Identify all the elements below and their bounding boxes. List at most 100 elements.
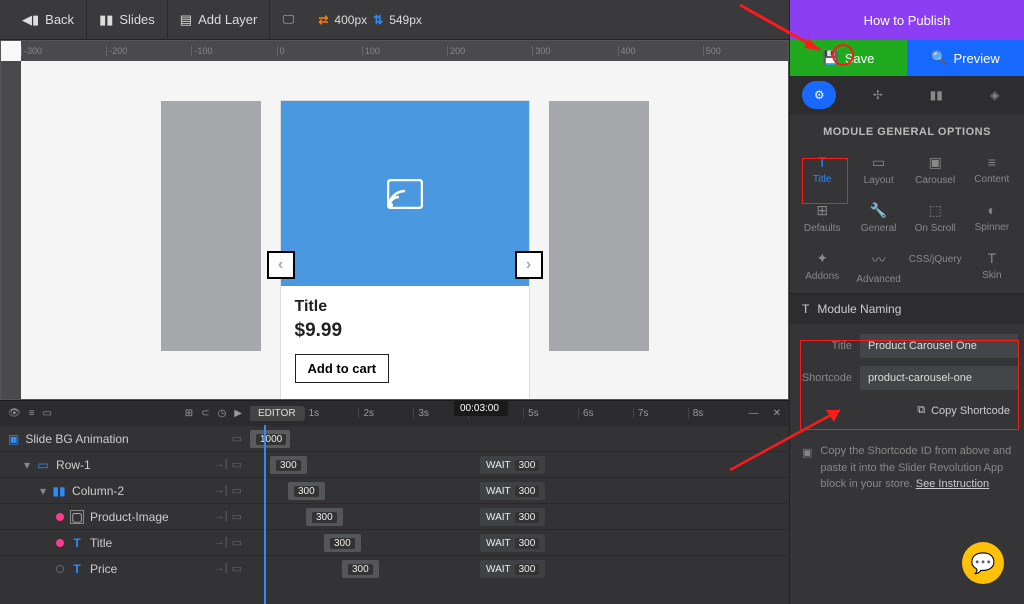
play-button[interactable]: ▶	[234, 408, 242, 419]
add-to-cart-button[interactable]: Add to cart	[295, 354, 390, 383]
layer-label: Column-2	[72, 484, 124, 498]
visibility-bullet[interactable]	[56, 513, 64, 521]
product-price[interactable]: $9.99	[295, 320, 515, 342]
timeline-row[interactable]: T Price →|▭ 300 WAIT300	[0, 555, 789, 581]
how-to-publish-button[interactable]: How to Publish	[790, 0, 1024, 40]
lock-icon[interactable]: ▭	[232, 562, 242, 575]
layer-label: Product-Image	[90, 510, 169, 524]
option-general[interactable]: 🔧General	[850, 194, 906, 242]
anim-wait-chip[interactable]: WAIT300	[480, 456, 545, 474]
option-icon: ◐	[988, 202, 996, 218]
anim-in-chip[interactable]: 300	[306, 508, 343, 526]
anim-in-chip[interactable]: 300	[342, 560, 379, 578]
lock-icon[interactable]: ▭	[232, 510, 242, 523]
lock-icon[interactable]: ▭	[232, 458, 242, 471]
option-icon: 〰	[872, 250, 886, 270]
minimize-icon[interactable]: —	[743, 408, 765, 419]
arrow-icon[interactable]: →|	[214, 562, 228, 575]
eye-icon[interactable]: 👁	[8, 408, 21, 419]
option-advanced[interactable]: 〰Advanced	[850, 242, 906, 293]
option-spinner[interactable]: ◐Spinner	[964, 194, 1020, 242]
arrow-icon[interactable]: →|	[214, 536, 228, 549]
chevron-left-icon: ‹	[278, 256, 283, 274]
option-skin[interactable]: TSkin	[964, 242, 1020, 293]
editor-mode-tag[interactable]: EDITOR	[250, 406, 304, 421]
timeline-row-bg[interactable]: ▣ Slide BG Animation ▭ 1000	[0, 425, 789, 451]
width-x-icon: ⇄	[318, 13, 328, 27]
see-instruction-link[interactable]: See Instruction	[916, 478, 989, 490]
time-mark: 5s	[523, 408, 578, 419]
option-icon: ≡	[988, 154, 996, 170]
playhead-time[interactable]: 00:03:00	[454, 401, 508, 416]
tab-slides[interactable]: ▮▮	[919, 81, 953, 109]
timeline-row[interactable]: T Title →|▭ 300 WAIT300	[0, 529, 789, 555]
anim-wait-chip[interactable]: WAIT300	[480, 482, 545, 500]
playhead-line[interactable]	[264, 425, 266, 604]
tab-navigation[interactable]: ✢	[861, 81, 895, 109]
close-timeline-icon[interactable]: ✕	[765, 408, 789, 419]
slides-button[interactable]: ▮▮ Slides	[87, 0, 168, 40]
option-onscroll[interactable]: ⬚On Scroll	[907, 194, 964, 242]
list-icon[interactable]: ≡	[29, 408, 35, 419]
arrow-icon[interactable]: →|	[214, 458, 228, 471]
anim-in-chip[interactable]: 300	[324, 534, 361, 552]
option-cssjquery[interactable]: CSS/jQuery	[907, 242, 964, 293]
option-icon: 🔧	[870, 202, 887, 219]
anim-wait-chip[interactable]: WAIT300	[480, 534, 545, 552]
visibility-bullet[interactable]	[56, 565, 64, 573]
timeline-header: 👁 ≡ ▭ ⊞ ⊂ ◷ ▶ EDITOR 1s 2s 3s 4s 5s 6s 7…	[0, 401, 789, 425]
preview-label: Preview	[953, 51, 999, 66]
anim-wait-chip[interactable]: WAIT300	[480, 508, 545, 526]
gear-icon: ⚙	[814, 88, 825, 102]
anim-chip[interactable]: 1000	[250, 430, 290, 448]
module-naming-header[interactable]: T Module Naming	[790, 293, 1024, 324]
height-value[interactable]: 549px	[389, 13, 422, 27]
timeline-row[interactable]: ▢ Product-Image →|▭ 300 WAIT300	[0, 503, 789, 529]
anim-in-chip[interactable]: 300	[270, 456, 307, 474]
ruler-mark: 400	[618, 46, 703, 56]
canvas-body[interactable]: Title $9.99 Add to cart ‹ ›	[21, 61, 788, 399]
prev-slide-preview	[161, 101, 261, 351]
arrow-icon[interactable]: →|	[214, 510, 228, 523]
lock-icon[interactable]: ▭	[232, 536, 242, 549]
anim-wait-chip[interactable]: WAIT300	[480, 560, 545, 578]
option-content[interactable]: ≡Content	[964, 146, 1020, 194]
chevron-down-icon[interactable]: ▾	[24, 458, 30, 472]
carousel-next-button[interactable]: ›	[515, 251, 543, 279]
option-label: Defaults	[804, 223, 841, 234]
width-value[interactable]: 400px	[334, 13, 367, 27]
current-slide[interactable]: Title $9.99 Add to cart ‹ ›	[281, 101, 529, 399]
option-layout[interactable]: ▭Layout	[850, 146, 906, 194]
anim-in-chip[interactable]: 300	[288, 482, 325, 500]
height-y-icon: ⇅	[373, 13, 383, 27]
grid-icon[interactable]: ⊞	[185, 408, 193, 419]
timeline-panel: 👁 ≡ ▭ ⊞ ⊂ ◷ ▶ EDITOR 1s 2s 3s 4s 5s 6s 7…	[0, 400, 789, 604]
magnet-icon[interactable]: ⊂	[201, 408, 209, 419]
preview-button[interactable]: 🔍 Preview	[907, 40, 1024, 76]
chat-fab[interactable]: 💬	[962, 542, 1004, 584]
option-addons[interactable]: ✦Addons	[794, 242, 850, 293]
chevron-down-icon[interactable]: ▾	[40, 484, 46, 498]
option-carousel[interactable]: ▣Carousel	[907, 146, 964, 194]
lock-icon[interactable]: ▭	[232, 484, 242, 497]
visibility-bullet[interactable]	[56, 539, 64, 547]
back-button[interactable]: ◀▮ Back	[10, 0, 87, 40]
copy-icon[interactable]: ▭	[232, 432, 242, 445]
timeline-row[interactable]: ▾ ▮▮ Column-2 →|▭ 300 WAIT300	[0, 477, 789, 503]
arrow-icon[interactable]: →|	[214, 484, 228, 497]
timeline-row[interactable]: ▾ ▭ Row-1 →|▭ 300 WAIT300	[0, 451, 789, 477]
layer-label: Row-1	[56, 458, 91, 472]
text-layer-icon: T	[70, 536, 84, 550]
option-label: CSS/jQuery	[909, 254, 962, 265]
tab-settings[interactable]: ⚙	[802, 81, 836, 109]
product-image-placeholder[interactable]	[281, 101, 529, 286]
tab-layers[interactable]: ◈	[978, 81, 1012, 109]
how-label: How to Publish	[864, 13, 951, 28]
device-desktop-button[interactable]: 🖵	[270, 0, 306, 40]
folder-icon[interactable]: ▭	[43, 408, 52, 419]
carousel-prev-button[interactable]: ‹	[267, 251, 295, 279]
product-title[interactable]: Title	[295, 298, 515, 316]
annotation-circle-save	[832, 44, 854, 66]
add-layer-button[interactable]: ▤ Add Layer	[168, 0, 271, 40]
clock-icon[interactable]: ◷	[218, 408, 227, 419]
